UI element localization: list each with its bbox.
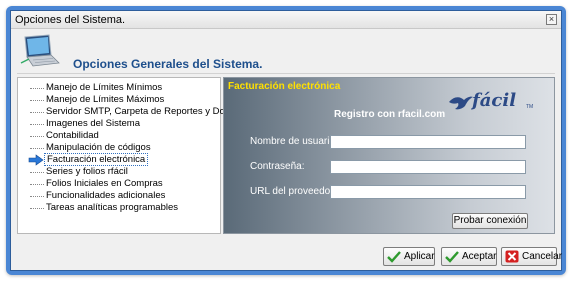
tree-item-label: Contabilidad	[46, 130, 99, 141]
tree-connector	[30, 172, 44, 173]
logo-text: fácil	[472, 90, 517, 111]
username-input[interactable]	[330, 135, 526, 149]
test-connection-button[interactable]: Probar conexión	[452, 213, 528, 229]
settings-panel: Facturación electrónica fácil TM Registr…	[223, 77, 555, 234]
rfacil-logo: fácil TM	[446, 90, 536, 114]
tree-item-label: Series y folios rfácil	[46, 166, 128, 177]
tree-connector	[30, 208, 44, 209]
tree-item-label: Servidor SMTP, Carpeta de Reportes y Doc…	[46, 106, 237, 117]
x-icon	[505, 250, 519, 263]
tree-item-label: Manejo de Límites Máximos	[46, 94, 165, 105]
tree-connector	[30, 88, 44, 89]
close-button[interactable]: ×	[546, 14, 557, 25]
provider-url-label: URL del proveedor:	[250, 186, 337, 197]
cancel-label: Cancelar	[522, 251, 563, 262]
window-title: Opciones del Sistema.	[15, 14, 126, 26]
apply-button[interactable]: Aplicar	[383, 247, 435, 266]
dialog-window: Opciones del Sistema. × Opciones General…	[10, 10, 562, 271]
tree-item-contabilidad[interactable]: Contabilidad	[18, 130, 220, 142]
header-title: Opciones Generales del Sistema.	[73, 57, 263, 71]
laptop-icon	[20, 34, 60, 67]
tree-item-folios-compras[interactable]: Folios Iniciales en Compras	[18, 178, 220, 190]
password-label: Contraseña:	[250, 161, 305, 172]
tree-connector	[30, 148, 44, 149]
window-frame: Opciones del Sistema. × Opciones General…	[6, 6, 566, 275]
tree-item-facturacion[interactable]: Facturación electrónica	[18, 153, 220, 166]
tree-connector	[30, 196, 44, 197]
check-icon	[445, 251, 459, 263]
tree-item-label: Manejo de Límites Mínimos	[46, 82, 163, 93]
tree-item-tareas-analiticas[interactable]: Tareas analíticas programables	[18, 202, 220, 214]
panel-title: Facturación electrónica	[228, 81, 341, 92]
tree-connector	[30, 124, 44, 125]
cancel-button[interactable]: Cancelar	[501, 247, 562, 266]
arrow-right-icon	[28, 154, 44, 166]
tree-item-limites-maximos[interactable]: Manejo de Límites Máximos	[18, 94, 220, 106]
tree-item-label: Funcionalidades adicionales	[46, 190, 166, 201]
tree-item-imagenes[interactable]: Imagenes del Sistema	[18, 118, 220, 130]
check-icon	[387, 251, 401, 263]
header-divider	[17, 73, 555, 74]
tree-item-label: Tareas analíticas programables	[46, 202, 179, 213]
apply-label: Aplicar	[404, 251, 435, 262]
tree-item-servidor-smtp[interactable]: Servidor SMTP, Carpeta de Reportes y Doc…	[18, 106, 237, 118]
panel-subtitle: Registro con rfacil.com	[334, 109, 446, 120]
tree-connector	[30, 112, 44, 113]
password-input[interactable]	[330, 160, 526, 174]
provider-url-input[interactable]	[330, 185, 526, 199]
tree-connector	[30, 136, 44, 137]
tree-item-label: Imagenes del Sistema	[46, 118, 140, 129]
tree-item-label: Facturación electrónica	[44, 153, 149, 166]
options-tree[interactable]: Manejo de Límites Mínimos Manejo de Lími…	[17, 77, 237, 234]
title-bar[interactable]: Opciones del Sistema. ×	[11, 11, 561, 29]
tree-item-funcionalidades[interactable]: Funcionalidades adicionales	[18, 190, 220, 202]
logo-trademark: TM	[526, 104, 534, 110]
tree-connector	[30, 100, 44, 101]
tree-item-series-folios[interactable]: Series y folios rfácil	[18, 166, 220, 178]
bird-icon	[449, 96, 473, 110]
username-label: Nombre de usuario:	[250, 136, 338, 147]
accept-label: Aceptar	[462, 251, 497, 262]
accept-button[interactable]: Aceptar	[441, 247, 497, 266]
tree-item-label: Folios Iniciales en Compras	[46, 178, 163, 189]
tree-item-limites-minimos[interactable]: Manejo de Límites Mínimos	[18, 82, 220, 94]
tree-connector	[30, 184, 44, 185]
